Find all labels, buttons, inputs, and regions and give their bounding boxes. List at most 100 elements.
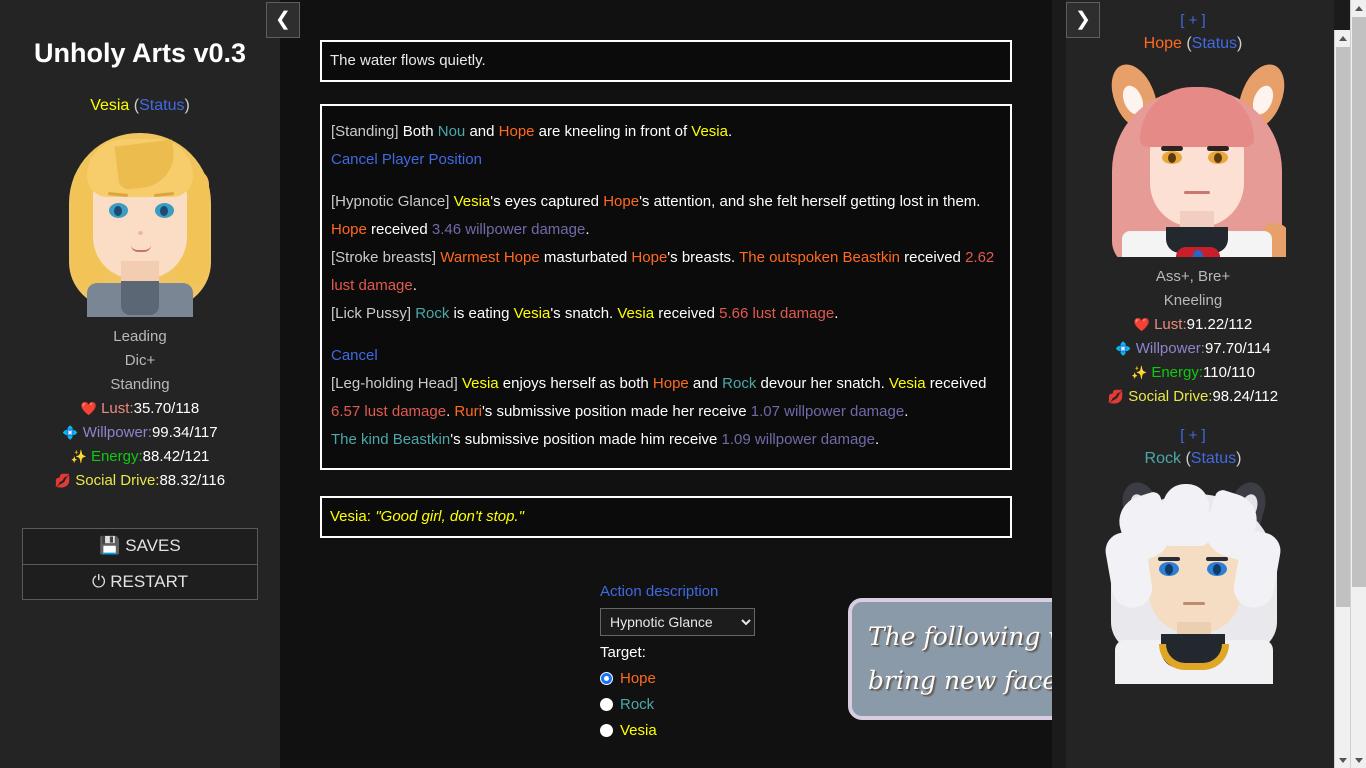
player-name-line: Vesia (Status) — [0, 97, 280, 115]
pupil-left — [1165, 564, 1173, 575]
restart-button[interactable]: ⏻ RESTART — [23, 564, 257, 599]
log-text-segment: . — [904, 403, 909, 420]
hope-stat-row-social: 💋 Social Drive:98.24/112 — [1066, 385, 1320, 409]
stat-row-energy: ✨ Energy:88.42/121 — [0, 445, 280, 469]
page-scroll-up-arrow-icon[interactable] — [1351, 0, 1366, 16]
log-text-segment: Nou — [437, 123, 466, 140]
hope-stat-row-willpower: 💠 Willpower:97.70/114 — [1066, 337, 1320, 361]
collapse-left-panel-button[interactable]: ❮ — [266, 2, 300, 38]
log-text-segment: The outspoken Beastkin — [739, 249, 901, 266]
log-line: The kind Beastkin's submissive position … — [331, 426, 1001, 454]
sparkles-icon: ✨ — [1130, 365, 1148, 380]
action-select[interactable]: Hypnotic Glance — [600, 608, 755, 636]
stat-value-social: 88.32/116 — [159, 472, 226, 489]
stat-value-willpower: 99.34/117 — [151, 424, 218, 441]
pupil-left — [114, 206, 122, 216]
log-link-label[interactable]: Cancel Player Position — [331, 151, 482, 168]
left-sidebar: Unholy Arts v0.3 Vesia (Status) Leading … — [0, 0, 280, 768]
hope-name-line: Hope (Status) — [1066, 35, 1320, 53]
target-option-vesia[interactable]: Vesia — [600, 722, 1030, 739]
pupil-right — [1213, 564, 1221, 575]
log-text-segment: . — [727, 123, 733, 140]
diamond-icon: 💠 — [62, 425, 79, 440]
stat-row-willpower: 💠 Willpower:99.34/117 — [0, 421, 280, 445]
log-text-segment: masturbated — [539, 249, 632, 266]
right-sidebar-scroll-content: [ + ] Hope (Status) Ass+, Bre+ Kneeling … — [1066, 0, 1320, 686]
log-text-segment: Rock — [415, 305, 450, 322]
pupil-left — [1168, 153, 1176, 163]
log-text-segment: [Lick Pussy] — [331, 305, 416, 322]
saves-button[interactable]: 💾 SAVES — [23, 529, 257, 564]
stat-row-lust: ❤️ Lust:35.70/118 — [0, 397, 280, 421]
pupil-right — [160, 206, 168, 216]
log-text-segment: [Leg-holding Head] — [331, 375, 462, 392]
player-name: Vesia — [90, 97, 130, 114]
heart-icon: ❤️ — [1133, 317, 1150, 332]
log-text-segment: [Stroke breasts] — [331, 249, 441, 266]
hope-name: Hope — [1143, 35, 1182, 52]
hope-stat-label-willpower: Willpower: — [1135, 340, 1205, 357]
stat-label-willpower: Willpower: — [82, 424, 152, 441]
scroll-up-arrow-icon[interactable] — [1335, 30, 1350, 46]
log-text-segment: enjoys herself as both — [498, 375, 653, 392]
expand-hope-button[interactable]: [ + ] — [1066, 12, 1320, 29]
hair-spike-2 — [1163, 484, 1209, 546]
log-text-segment: received — [900, 249, 966, 266]
stat-row-social: 💋 Social Drive:88.32/116 — [0, 469, 280, 493]
pupil-right — [1214, 153, 1222, 163]
target-label-rock: Rock — [620, 696, 655, 713]
log-text-segment: Rock — [722, 375, 757, 392]
hope-status-link[interactable]: Status — [1192, 35, 1237, 52]
hope-stat-label-energy: Energy: — [1151, 364, 1204, 381]
restart-button-label: RESTART — [110, 572, 188, 591]
log-text-segment: . — [834, 305, 839, 322]
page-scrollbar-thumb[interactable] — [1352, 17, 1366, 587]
stat-value-lust: 35.70/118 — [133, 400, 200, 417]
player-status-link[interactable]: Status — [139, 97, 184, 114]
log-line: [Standing] Both Nou and Hope are kneelin… — [331, 118, 1001, 146]
right-panel-scrollbar[interactable] — [1334, 30, 1350, 768]
expand-rock-button[interactable]: [ + ] — [1066, 427, 1320, 444]
log-text-segment: Vesia — [461, 375, 499, 392]
log-text-segment: and — [688, 375, 723, 392]
target-label-vesia: Vesia — [620, 722, 657, 739]
log-action-link[interactable]: Cancel — [331, 342, 1001, 370]
radio-vesia[interactable] — [600, 724, 613, 737]
log-spacer — [331, 174, 1001, 188]
log-text-segment: Hope — [631, 249, 668, 266]
mouth — [1183, 602, 1205, 605]
page-scroll-down-arrow-icon[interactable] — [1351, 752, 1366, 768]
character-card-rock: [ + ] Rock (Status) — [1066, 409, 1320, 686]
log-text-segment: [Standing] — [331, 123, 403, 140]
player-traits: Leading — [113, 328, 167, 345]
sparkles-icon: ✨ — [70, 449, 87, 464]
scroll-down-arrow-icon[interactable] — [1335, 752, 1350, 768]
hope-stat-label-lust: Lust: — [1154, 316, 1187, 333]
announcement-banner: The following versions will soon bring n… — [848, 598, 1052, 720]
log-text-segment: 's submissive position made her receive — [481, 403, 751, 420]
collar-inner — [121, 281, 159, 315]
character-card-hope: [ + ] Hope (Status) Ass+, Bre+ Kneeling … — [1066, 0, 1320, 409]
narrative-log: [Standing] Both Nou and Hope are kneelin… — [320, 104, 1012, 470]
hope-traits: Ass+, Bre+ — [1155, 268, 1231, 285]
rock-name-line: Rock (Status) — [1066, 450, 1320, 468]
page-scrollbar[interactable] — [1350, 0, 1366, 768]
log-action-link[interactable]: Cancel Player Position — [331, 146, 1001, 174]
radio-hope[interactable] — [600, 672, 613, 685]
rock-name: Rock — [1144, 450, 1181, 467]
log-line: [Hypnotic Glance] Vesia's eyes captured … — [331, 188, 1001, 216]
log-line: Hope received 3.46 willpower damage. — [331, 216, 1001, 244]
right-sidebar: [ + ] Hope (Status) Ass+, Bre+ Kneeling … — [1066, 0, 1334, 768]
sidebar-buttons: 💾 SAVES ⏻ RESTART — [22, 528, 258, 600]
rock-status-link[interactable]: Status — [1191, 450, 1236, 467]
scrollbar-thumb[interactable] — [1336, 47, 1350, 607]
log-text-segment: The kind Beastkin — [331, 431, 451, 448]
log-link-label[interactable]: Cancel — [331, 347, 378, 364]
radio-rock[interactable] — [600, 698, 613, 711]
collapse-right-panel-button[interactable]: ❯ — [1066, 2, 1100, 38]
hope-paren-close: ) — [1237, 35, 1243, 52]
log-spacer — [331, 328, 1001, 342]
power-icon: ⏻ — [92, 572, 106, 591]
log-text-segment: received — [366, 221, 432, 238]
log-text-segment: 's submissive position made him receive — [450, 431, 722, 448]
